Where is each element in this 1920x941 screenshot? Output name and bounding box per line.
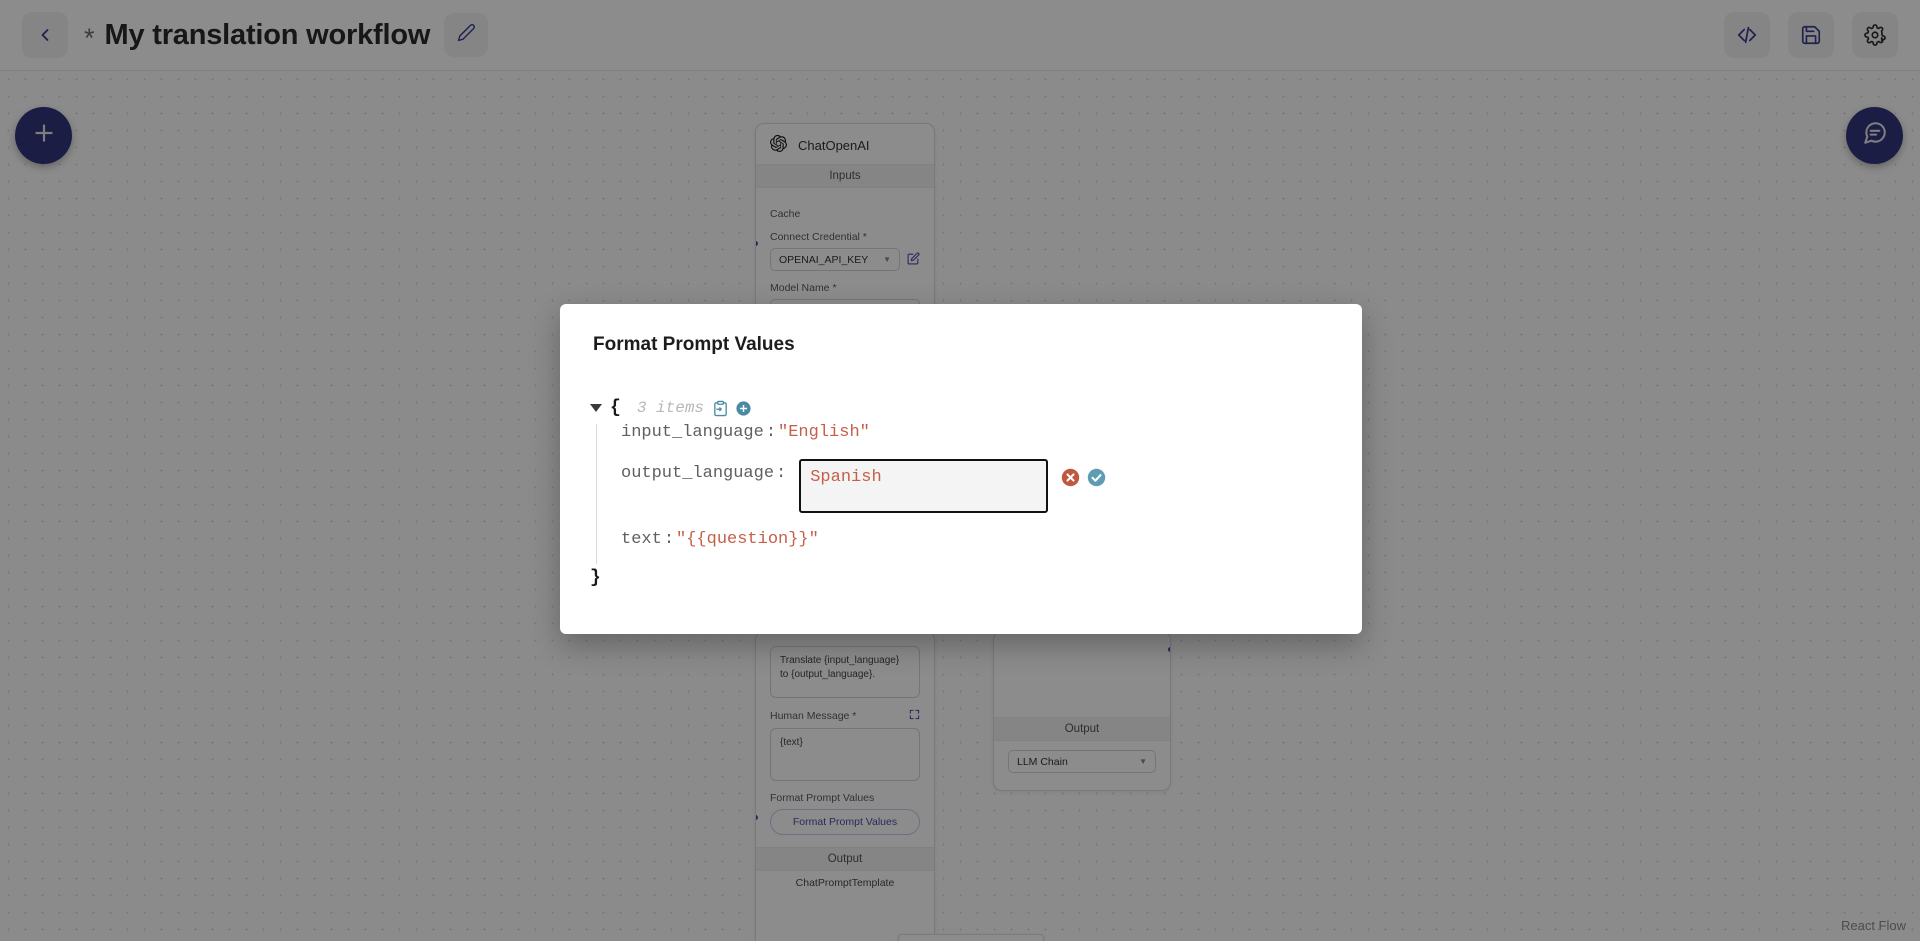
plus-circle-icon[interactable]	[735, 400, 752, 417]
items-count-label: 3 items	[637, 400, 704, 416]
json-quote-open: "	[778, 424, 788, 441]
edit-actions	[1061, 468, 1106, 492]
dialog-title: Format Prompt Values	[593, 334, 795, 356]
json-editor: { 3 items input_language : " English "	[590, 392, 1342, 618]
cancel-edit-icon[interactable]	[1061, 468, 1080, 492]
json-key[interactable]: input_language	[621, 424, 764, 441]
json-key[interactable]: text	[621, 531, 662, 548]
json-entry-row[interactable]: text : " {{question}} "	[621, 531, 1342, 564]
triangle-down-icon[interactable]	[590, 404, 602, 412]
root-open-brace: {	[610, 399, 621, 417]
json-entry-row-editing: output_language :	[621, 457, 1342, 513]
format-prompt-values-dialog: Format Prompt Values { 3 items input_lan…	[560, 304, 1362, 634]
json-value[interactable]: English	[788, 424, 859, 441]
json-key[interactable]: output_language	[621, 457, 774, 490]
json-quote-close: "	[809, 531, 819, 548]
json-value[interactable]: {{question}}	[686, 531, 808, 548]
json-quote-open: "	[676, 531, 686, 548]
clipboard-paste-icon[interactable]	[712, 400, 729, 417]
json-colon: :	[764, 424, 778, 441]
json-entry-row[interactable]: input_language : " English "	[621, 424, 1342, 457]
confirm-edit-icon[interactable]	[1087, 468, 1106, 492]
json-colon: :	[774, 457, 788, 490]
json-children: input_language : " English " output_lang…	[596, 424, 1342, 564]
json-quote-close: "	[860, 424, 870, 441]
json-colon: :	[662, 531, 676, 548]
json-value-input[interactable]	[799, 459, 1048, 513]
json-root-row: { 3 items	[590, 392, 1342, 424]
root-close-brace: }	[590, 569, 1342, 587]
app-root: * My translation workflow	[0, 0, 1920, 941]
